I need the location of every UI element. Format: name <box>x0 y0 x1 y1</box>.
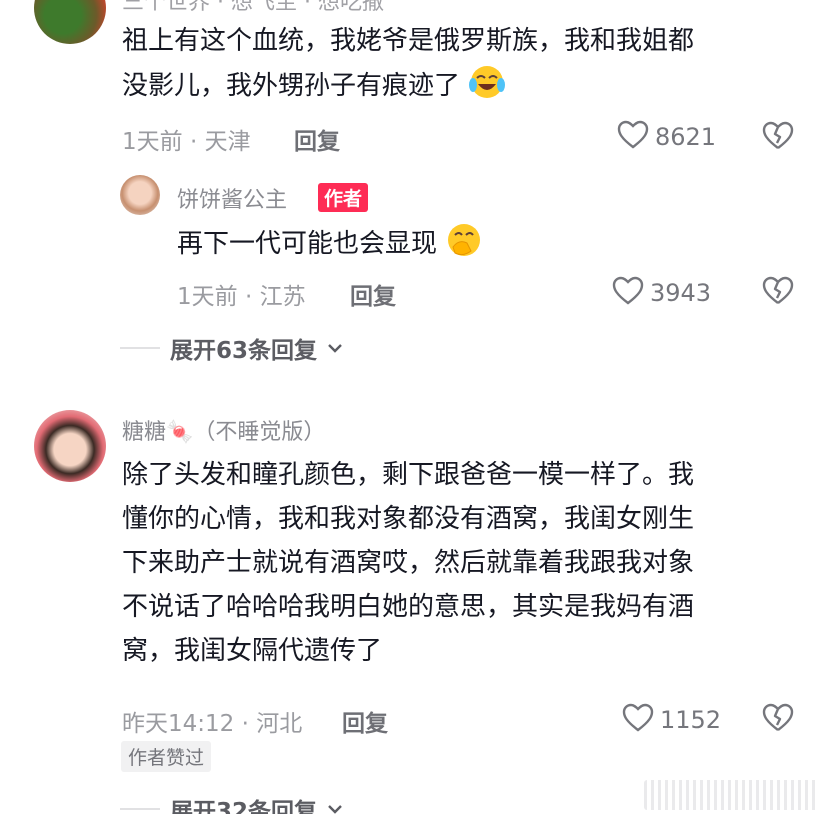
author-avatar[interactable] <box>120 175 160 215</box>
reply-meta: 1天前 · 江苏 <box>177 284 306 310</box>
broken-heart-icon <box>762 703 794 737</box>
reply-text: 再下一代可能也会显现 <box>177 221 483 273</box>
broken-heart-icon <box>762 121 794 155</box>
comment-text: 除了头发和瞳孔颜色，剩下跟爸爸一模一样了。我 懂你的心情，我和我对象都没有酒窝，… <box>122 460 695 666</box>
chevron-down-icon <box>327 339 343 358</box>
dislike-button[interactable] <box>762 276 794 310</box>
comment-text: 祖上有这个血统，我姥爷是俄罗斯族，我和我姐都 没影儿，我外甥孙子有痕迹了 <box>122 19 694 115</box>
comment-meta: 昨天14:12 · 河北 <box>122 711 303 737</box>
dislike-button[interactable] <box>762 121 794 155</box>
reply-button[interactable]: 回复 <box>342 704 388 738</box>
reply-button[interactable]: 回复 <box>350 277 396 311</box>
comment-meta: 1天前 · 天津 <box>122 129 251 155</box>
like-count: 3943 <box>650 279 712 307</box>
expand-replies-button[interactable]: 展开63条回复 <box>120 331 343 365</box>
like-button[interactable]: 8621 <box>617 120 716 154</box>
divider-line <box>120 347 160 349</box>
like-count: 1152 <box>660 706 722 734</box>
like-count: 8621 <box>655 123 717 151</box>
heart-icon <box>612 276 644 310</box>
expand-label: 展开63条回复 <box>170 338 318 364</box>
dislike-button[interactable] <box>762 703 794 737</box>
expand-label: 展开32条回复 <box>170 799 318 814</box>
heart-icon <box>622 703 654 737</box>
broken-heart-icon <box>762 276 794 310</box>
reply-button[interactable]: 回复 <box>294 122 340 156</box>
expand-replies-button[interactable]: 展开32条回复 <box>120 792 343 814</box>
watermark <box>644 780 819 810</box>
comment-section: 三个世界 · 想飞至 · 想吃撒 祖上有这个血统，我姥爷是俄罗斯族，我和我姐都 … <box>0 0 827 814</box>
chevron-down-icon <box>327 800 343 814</box>
like-button[interactable]: 1152 <box>622 703 721 737</box>
hand-over-mouth-emoji <box>445 221 483 273</box>
heart-icon <box>617 120 649 154</box>
like-button[interactable]: 3943 <box>612 276 711 310</box>
commenter-avatar[interactable] <box>34 0 106 44</box>
author-badge: 作者 <box>318 183 369 212</box>
laughing-crying-emoji <box>468 63 506 115</box>
author-liked-tag: 作者赞过 <box>121 741 212 772</box>
commenter-name[interactable]: 三个世界 · 想飞至 · 想吃撒 <box>122 0 384 16</box>
commenter-name[interactable]: 糖糖🍬（不睡觉版） <box>122 414 325 446</box>
author-name[interactable]: 饼饼酱公主 <box>177 182 287 214</box>
divider-line <box>120 808 160 810</box>
commenter-avatar[interactable] <box>34 410 106 482</box>
